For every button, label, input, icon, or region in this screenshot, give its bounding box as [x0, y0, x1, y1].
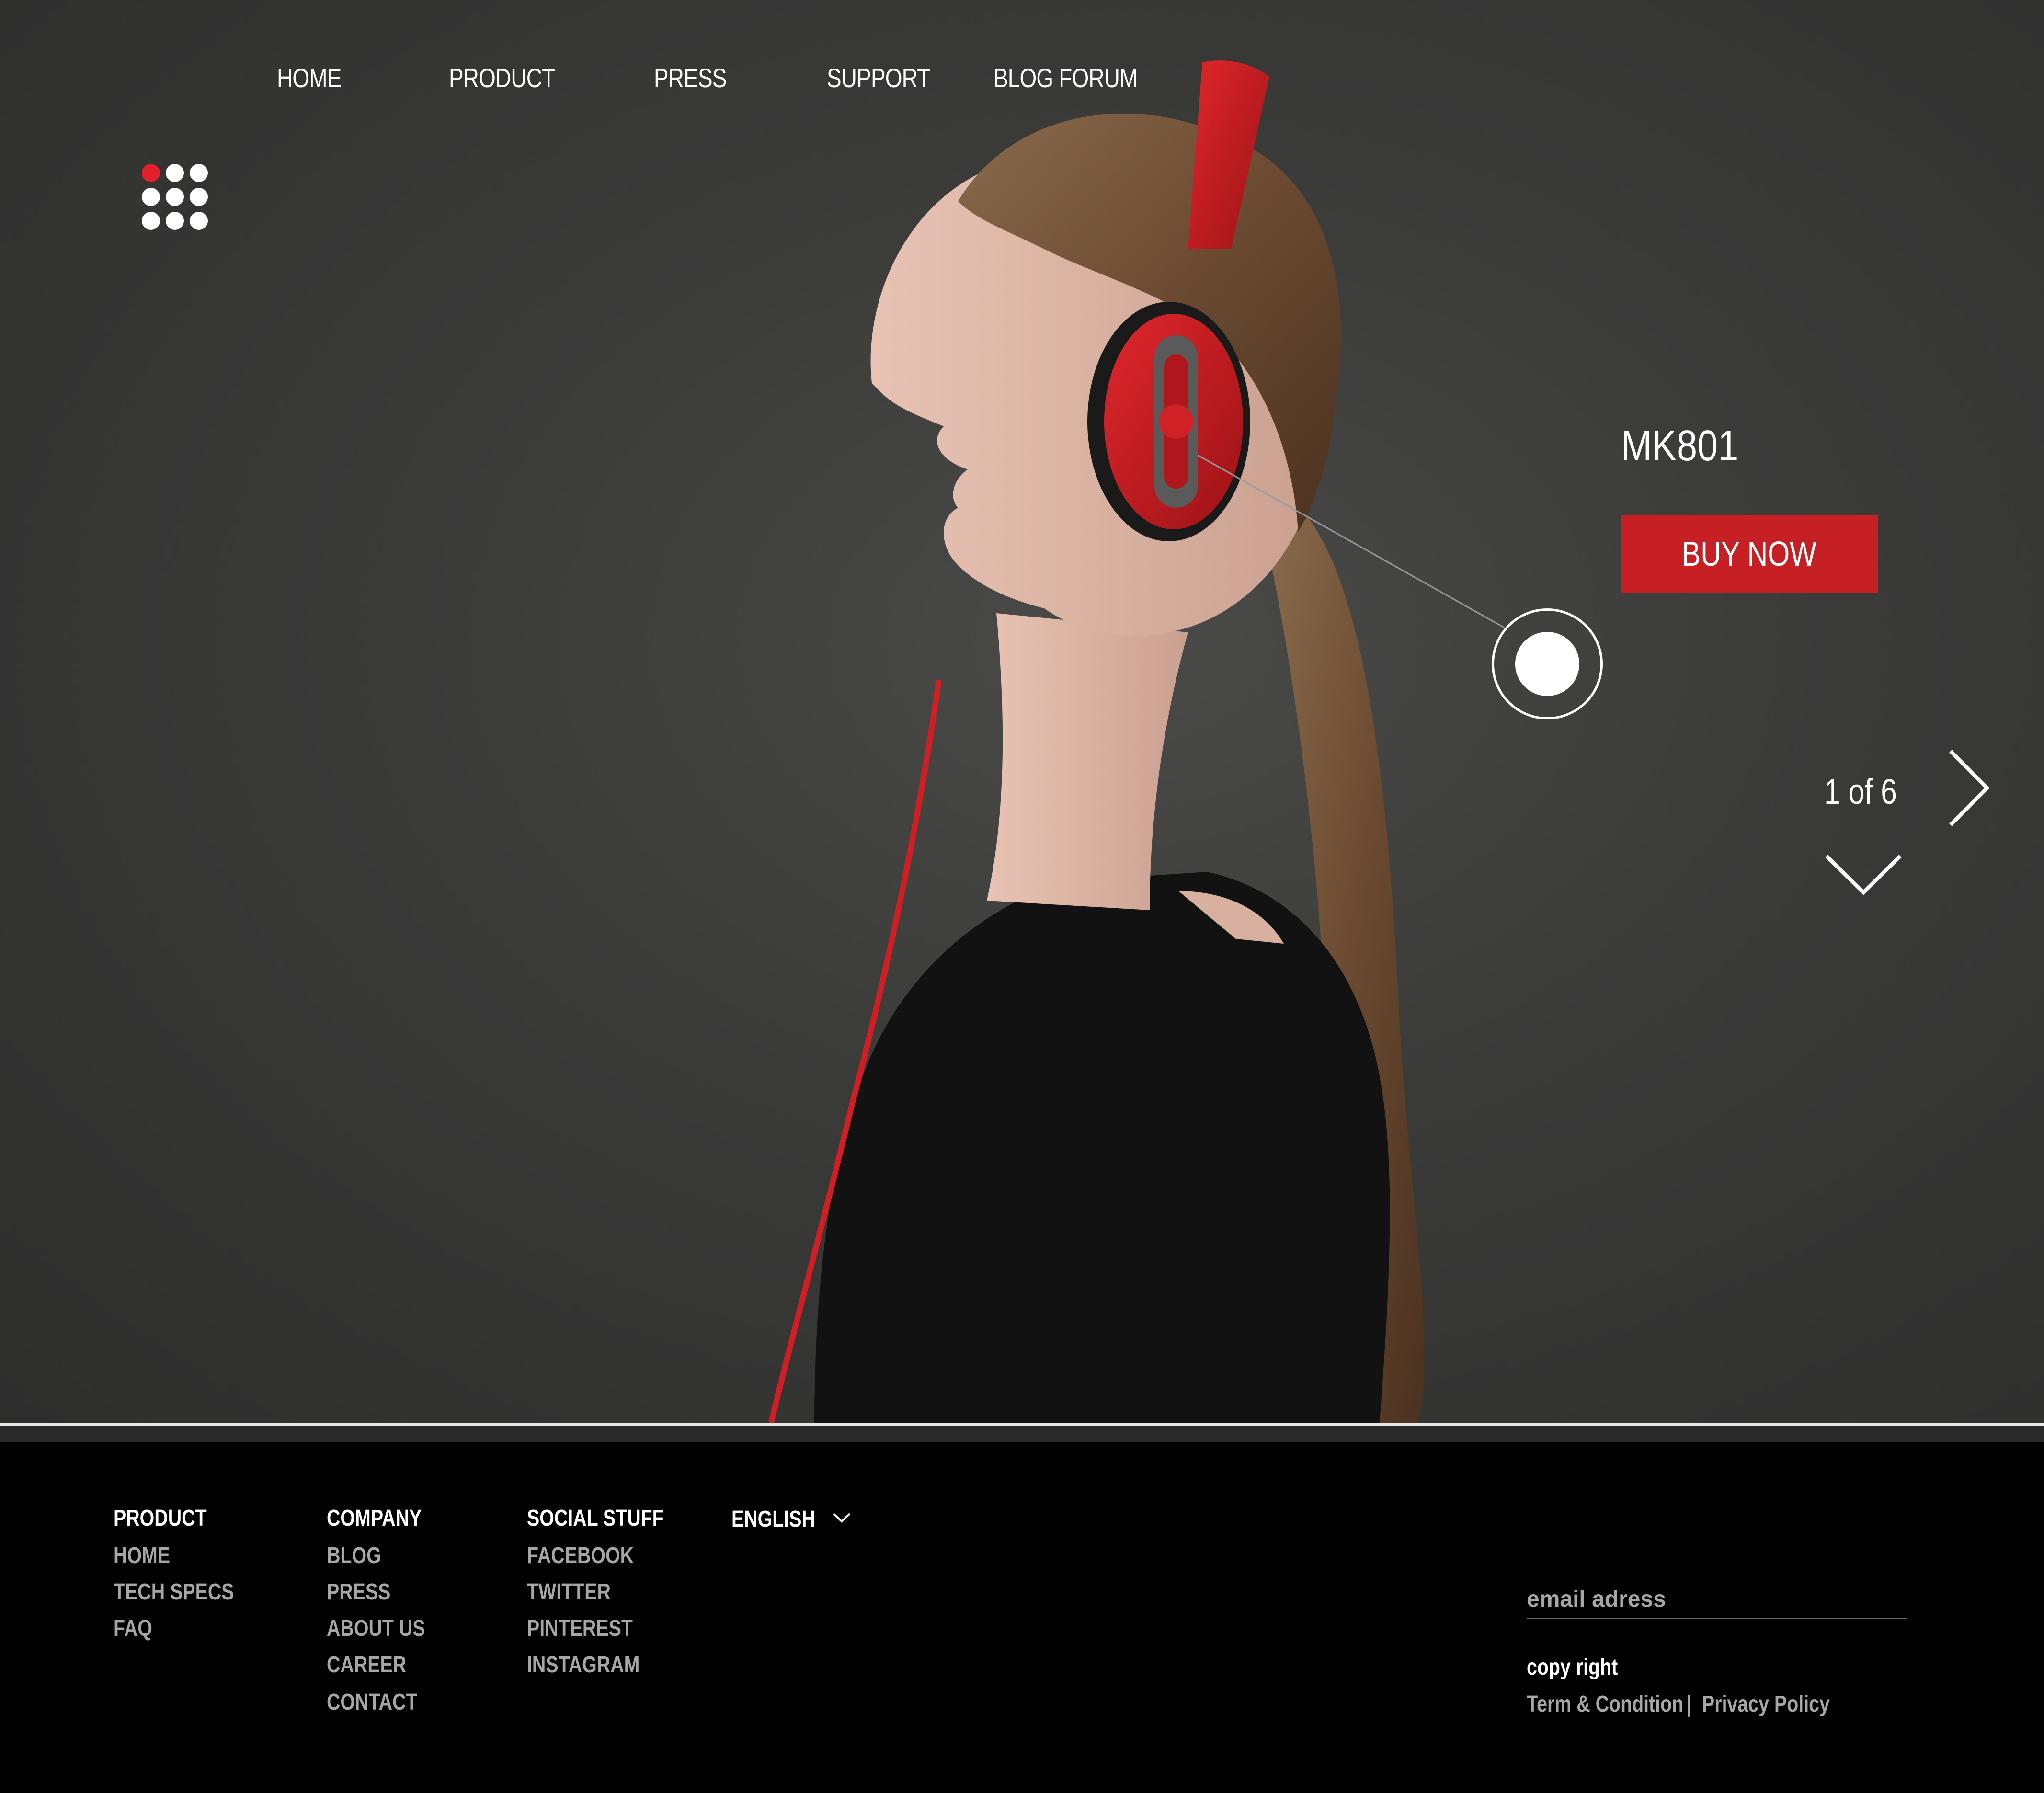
nav-support[interactable]: SUPPORT [827, 62, 930, 93]
logo-dot [142, 212, 160, 230]
hero-banner: HOME PRODUCT PRESS SUPPORT BLOG FORUM MK… [0, 0, 2044, 1423]
logo-dot [190, 188, 208, 206]
email-field[interactable] [1527, 1581, 1907, 1619]
copyright-text: copy right [1527, 1655, 1618, 1680]
footer-link-career[interactable]: CAREER [327, 1652, 406, 1678]
footer-link-facebook[interactable]: FACEBOOK [527, 1542, 634, 1569]
footer-link-about-us[interactable]: ABOUT US [327, 1615, 425, 1642]
nav-home[interactable]: HOME [277, 62, 342, 93]
logo-dot [166, 212, 184, 230]
logo-dot [166, 188, 184, 206]
footer-link-pinterest[interactable]: PINTEREST [527, 1615, 633, 1642]
logo-dot [190, 164, 208, 182]
hero-bottom-strip [0, 1426, 2044, 1442]
chevron-down-icon[interactable] [1823, 850, 1904, 898]
logo-dot [142, 188, 160, 206]
footer-product-title: PRODUCT [114, 1506, 207, 1531]
footer-company-title: COMPANY [327, 1506, 422, 1531]
logo-dot [142, 164, 160, 182]
language-select[interactable]: ENGLISH [731, 1506, 815, 1532]
chevron-down-icon[interactable] [832, 1511, 852, 1524]
buy-now-label: BUY NOW [1681, 535, 1817, 573]
product-hotspot-button[interactable] [1492, 608, 1603, 719]
terms-link[interactable]: Term & Condition [1527, 1691, 1683, 1717]
footer-link-press[interactable]: PRESS [327, 1579, 390, 1605]
footer-link-tech-specs[interactable]: TECH SPECS [114, 1579, 234, 1605]
footer-link-twitter[interactable]: TWITTER [527, 1579, 611, 1605]
footer-social-title: SOCIAL STUFF [527, 1506, 664, 1531]
product-name: MK801 [1621, 422, 1739, 470]
logo-dot [166, 164, 184, 182]
hotspot-dot [1515, 632, 1579, 696]
footer-link-faq[interactable]: FAQ [114, 1615, 152, 1642]
footer-link-blog[interactable]: BLOG [327, 1542, 381, 1569]
page: HOME PRODUCT PRESS SUPPORT BLOG FORUM MK… [0, 0, 2044, 1793]
nav-blog-forum[interactable]: BLOG FORUM [993, 62, 1138, 93]
privacy-link[interactable]: Privacy Policy [1702, 1691, 1830, 1717]
dot-grid-logo-icon[interactable] [142, 164, 210, 232]
legal-separator: | [1686, 1691, 1692, 1717]
footer-link-contact[interactable]: CONTACT [327, 1689, 417, 1715]
logo-dot [190, 212, 208, 230]
nav-product[interactable]: PRODUCT [449, 62, 555, 93]
hotspot-connector-line [1198, 455, 1505, 628]
buy-now-button[interactable]: BUY NOW [1621, 515, 1878, 593]
hero-model-photo [768, 60, 1425, 1423]
nav-press[interactable]: PRESS [654, 62, 727, 93]
chevron-right-icon[interactable] [1945, 747, 1993, 829]
footer-link-instagram[interactable]: INSTAGRAM [527, 1652, 639, 1678]
slide-counter: 1 of 6 [1824, 772, 1897, 811]
footer-link-home[interactable]: HOME [114, 1542, 170, 1569]
